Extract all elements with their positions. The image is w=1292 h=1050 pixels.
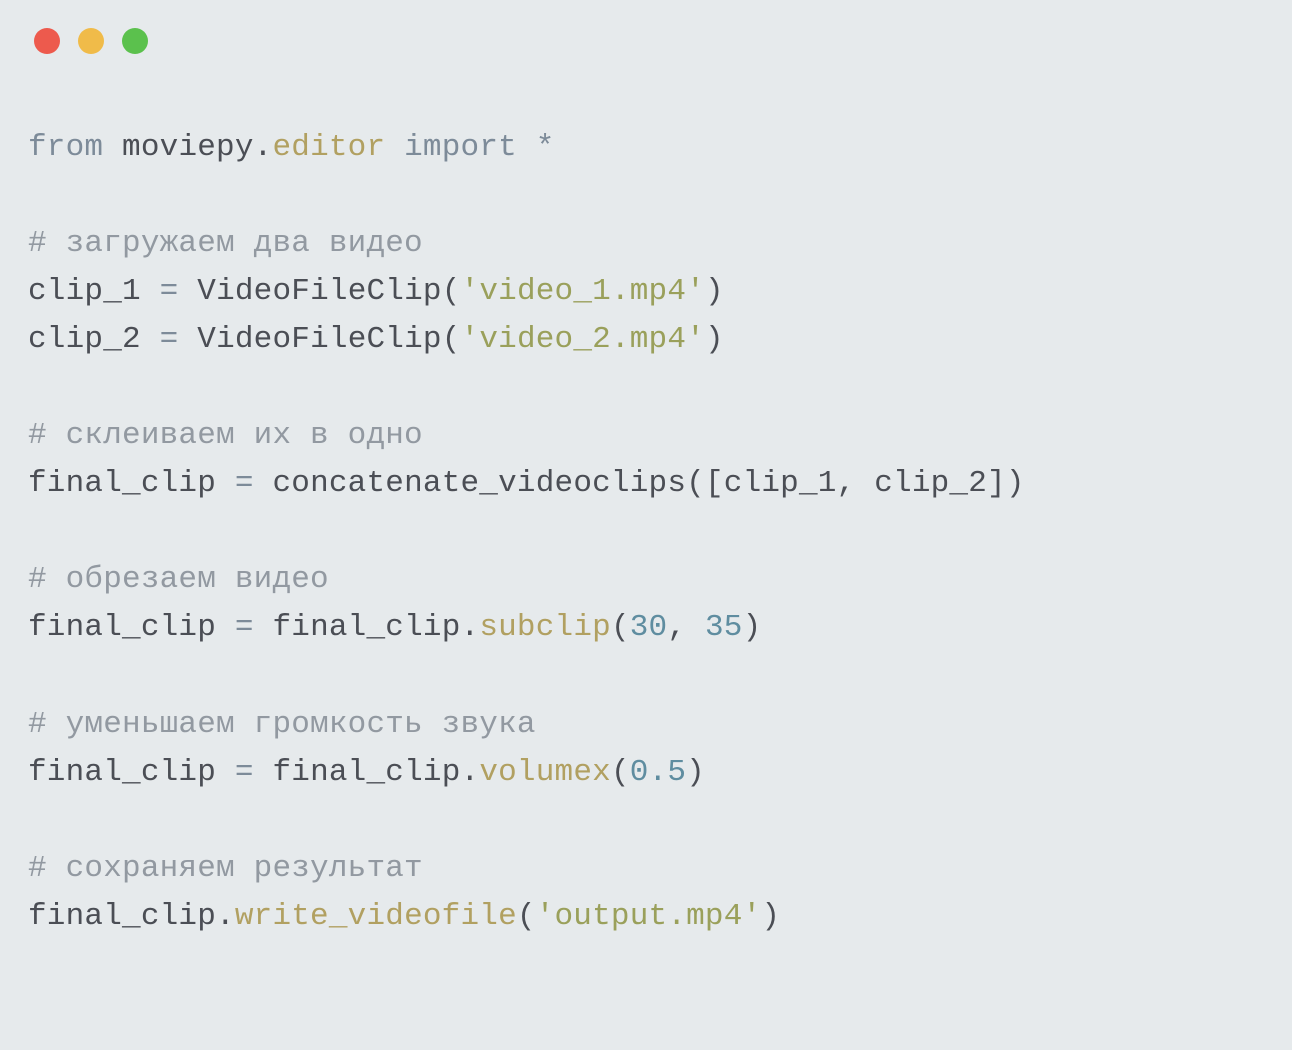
- method-write: write_videofile: [235, 899, 517, 934]
- arg-clip2: clip_2: [874, 466, 987, 501]
- zoom-icon[interactable]: [122, 28, 148, 54]
- fn-videofileclip: VideoFileClip: [197, 322, 441, 357]
- var-clip2: clip_2: [28, 322, 141, 357]
- op-eq: =: [235, 755, 254, 790]
- comment-load: # загружаем два видео: [28, 226, 423, 261]
- comma: ,: [837, 466, 856, 501]
- dot: .: [461, 610, 480, 645]
- kw-from: from: [28, 130, 103, 165]
- paren-close: ): [686, 755, 705, 790]
- window-titlebar: [28, 24, 1264, 54]
- paren-open: (: [611, 755, 630, 790]
- paren-open: (: [442, 274, 461, 309]
- var-clip1: clip_1: [28, 274, 141, 309]
- num-35: 35: [705, 610, 743, 645]
- paren-open: (: [442, 322, 461, 357]
- var-final: final_clip: [28, 755, 216, 790]
- code-block: from moviepy.editor import * # загружаем…: [28, 124, 1264, 941]
- op-eq: =: [160, 322, 179, 357]
- kw-import: import: [404, 130, 517, 165]
- paren-close: ): [705, 322, 724, 357]
- var-final: final_clip: [28, 466, 216, 501]
- num-30: 30: [630, 610, 668, 645]
- method-volumex: volumex: [479, 755, 611, 790]
- op-eq: =: [160, 274, 179, 309]
- paren-close: ): [705, 274, 724, 309]
- bracket-close: ]: [987, 466, 1006, 501]
- paren-close: ): [743, 610, 762, 645]
- comment-save: # сохраняем результат: [28, 851, 423, 886]
- paren-close: ): [1006, 466, 1025, 501]
- var-final: final_clip: [28, 899, 216, 934]
- arg-clip1: clip_1: [724, 466, 837, 501]
- str-video2: 'video_2.mp4': [461, 322, 705, 357]
- op-eq: =: [235, 610, 254, 645]
- minimize-icon[interactable]: [78, 28, 104, 54]
- fn-concat: concatenate_videoclips: [272, 466, 686, 501]
- dot: .: [461, 755, 480, 790]
- module-editor: editor: [272, 130, 385, 165]
- code-window: from moviepy.editor import * # загружаем…: [0, 0, 1292, 1050]
- op-eq: =: [235, 466, 254, 501]
- paren-open: (: [517, 899, 536, 934]
- paren-open: (: [686, 466, 705, 501]
- var-final-rhs: final_clip: [272, 755, 460, 790]
- method-subclip: subclip: [479, 610, 611, 645]
- paren-open: (: [611, 610, 630, 645]
- dot: .: [254, 130, 273, 165]
- str-output: 'output.mp4': [536, 899, 762, 934]
- close-icon[interactable]: [34, 28, 60, 54]
- str-video1: 'video_1.mp4': [461, 274, 705, 309]
- comment-trim: # обрезаем видео: [28, 562, 329, 597]
- bracket-open: [: [705, 466, 724, 501]
- var-final-rhs: final_clip: [272, 610, 460, 645]
- module-moviepy: moviepy: [122, 130, 254, 165]
- import-star: *: [536, 130, 555, 165]
- comma: ,: [667, 610, 686, 645]
- paren-close: ): [761, 899, 780, 934]
- var-final: final_clip: [28, 610, 216, 645]
- dot: .: [216, 899, 235, 934]
- comment-volume: # уменьшаем громкость звука: [28, 707, 536, 742]
- fn-videofileclip: VideoFileClip: [197, 274, 441, 309]
- comment-concat: # склеиваем их в одно: [28, 418, 423, 453]
- num-0-5: 0.5: [630, 755, 686, 790]
